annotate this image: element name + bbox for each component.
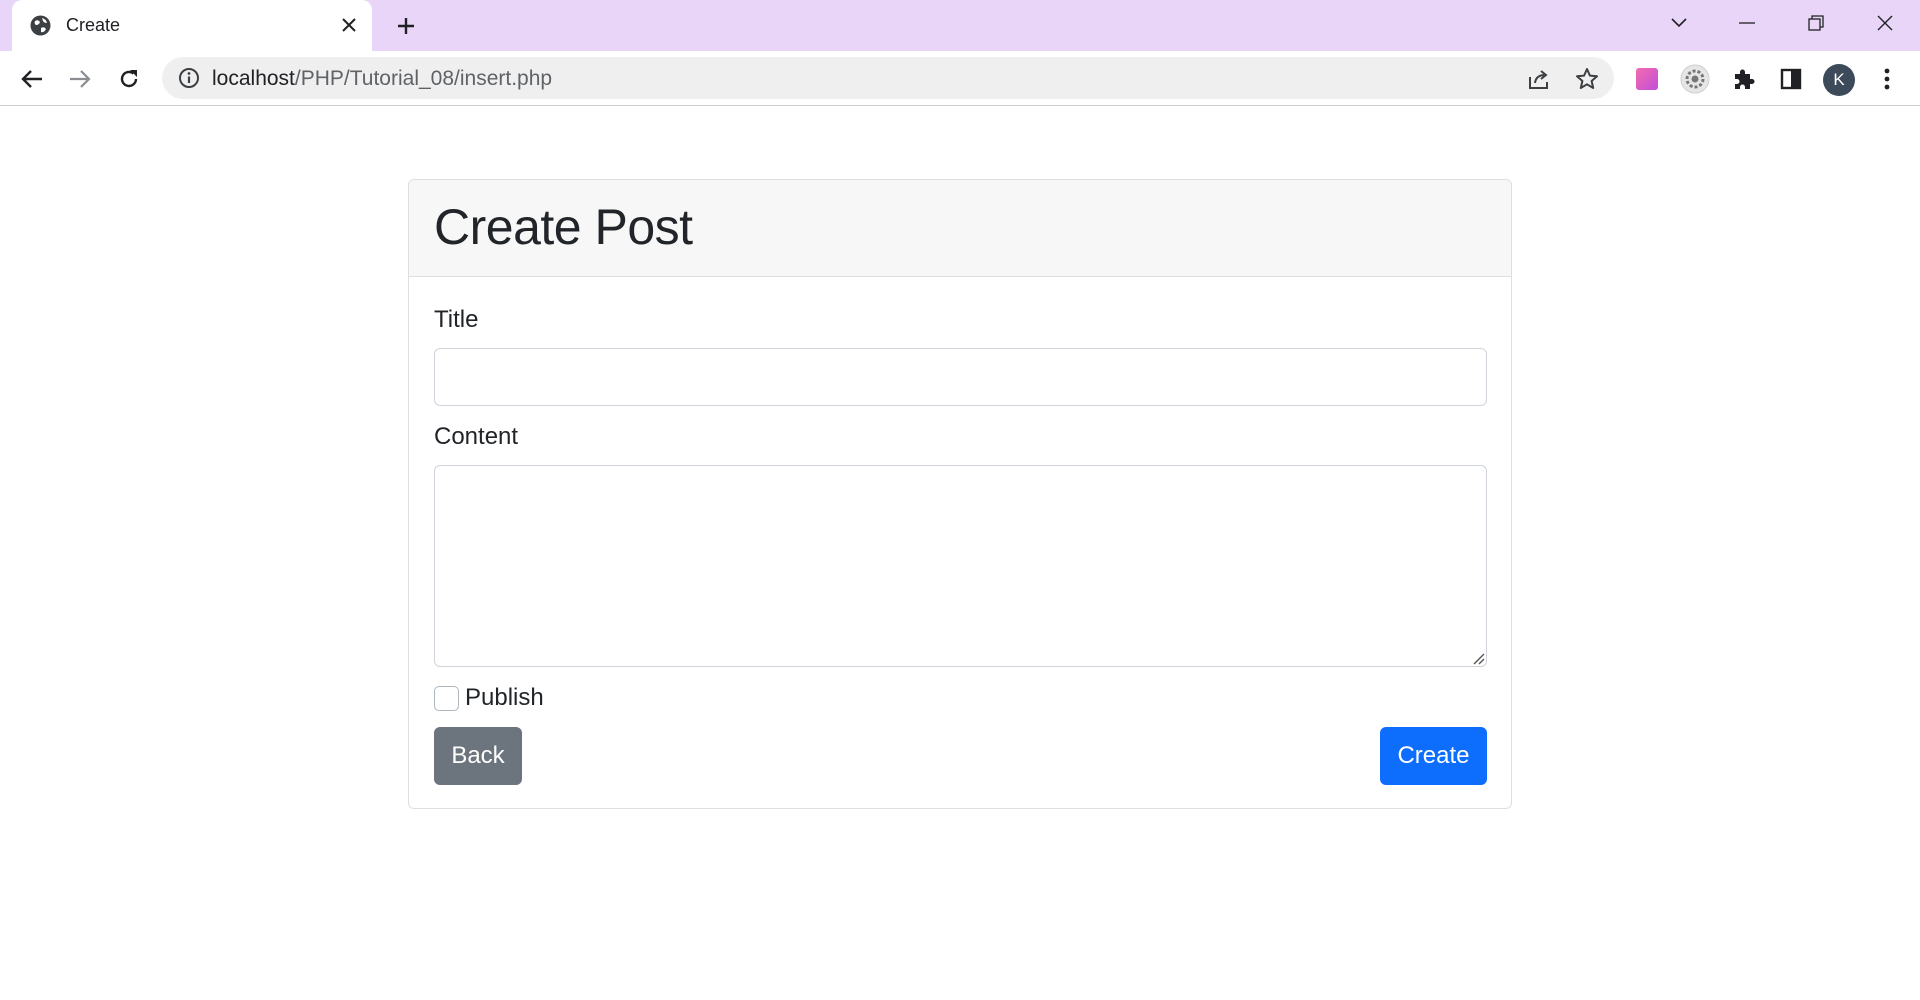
title-label: Title xyxy=(434,306,479,333)
forward-arrow-icon[interactable] xyxy=(64,63,96,95)
profile-avatar[interactable]: K xyxy=(1823,64,1855,96)
create-post-card: Create Post Title Content Publish Back C… xyxy=(408,179,1512,809)
create-button[interactable]: Create xyxy=(1380,727,1487,785)
share-icon[interactable] xyxy=(1526,66,1552,92)
content-label: Content xyxy=(434,423,519,450)
minimize-icon[interactable] xyxy=(1729,8,1765,38)
window-close-icon[interactable] xyxy=(1867,8,1903,38)
content-textarea[interactable] xyxy=(434,465,1487,667)
address-bar[interactable]: localhost/PHP/Tutorial_08/insert.php xyxy=(162,57,1614,99)
globe-icon xyxy=(30,15,51,36)
chevron-down-icon[interactable] xyxy=(1661,8,1697,38)
browser-tab[interactable]: Create xyxy=(12,0,372,51)
tab-title: Create xyxy=(66,15,121,35)
extension-gradient-icon[interactable] xyxy=(1632,64,1662,94)
resize-grip-icon[interactable] xyxy=(1471,651,1485,665)
star-icon[interactable] xyxy=(1574,66,1600,92)
back-button[interactable]: Back xyxy=(434,727,522,785)
sidepanel-icon[interactable] xyxy=(1776,64,1806,94)
publish-checkbox[interactable] xyxy=(434,686,459,711)
tab-strip: Create xyxy=(0,0,1920,51)
reload-icon[interactable] xyxy=(113,63,145,95)
extension-gear-icon[interactable] xyxy=(1680,64,1710,94)
title-input[interactable] xyxy=(434,348,1487,406)
plus-icon[interactable] xyxy=(392,12,420,40)
publish-label[interactable]: Publish xyxy=(465,684,544,712)
back-arrow-icon[interactable] xyxy=(16,63,48,95)
url-text[interactable]: localhost/PHP/Tutorial_08/insert.php xyxy=(212,67,552,91)
close-icon[interactable] xyxy=(337,13,361,37)
info-icon[interactable] xyxy=(178,67,200,89)
kebab-menu-icon[interactable] xyxy=(1872,64,1902,94)
browser-toolbar: localhost/PHP/Tutorial_08/insert.php K xyxy=(0,51,1920,106)
url-host: localhost xyxy=(212,67,295,90)
card-header: Create Post xyxy=(409,180,1511,277)
restore-icon[interactable] xyxy=(1798,8,1834,38)
puzzle-icon[interactable] xyxy=(1728,64,1758,94)
page-title: Create Post xyxy=(434,199,693,255)
url-path: /PHP/Tutorial_08/insert.php xyxy=(294,67,553,90)
